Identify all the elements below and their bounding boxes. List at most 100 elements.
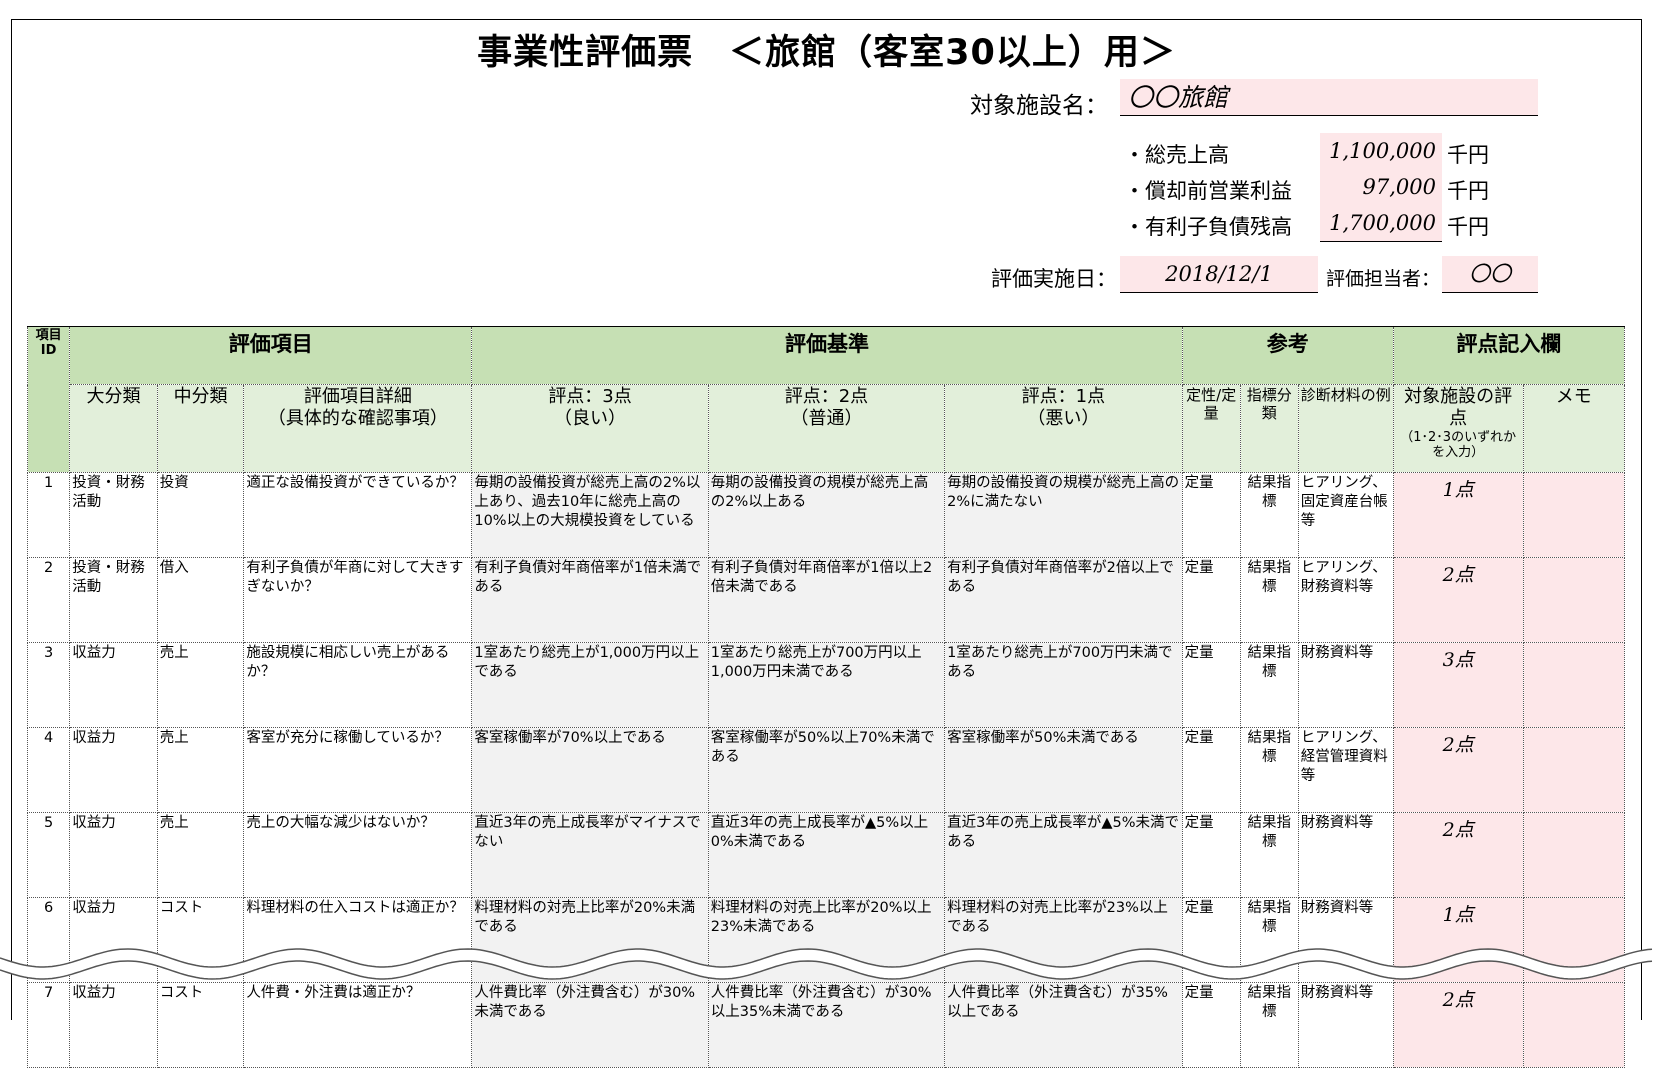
cell-qual: 定量 xyxy=(1181,472,1241,558)
cell-indicator: 結果指標 xyxy=(1239,557,1299,643)
cell-middle: 投資 xyxy=(156,472,245,558)
eval-date-field[interactable]: 2018/12/1 xyxy=(1120,256,1318,293)
facility-score-input[interactable]: 1点 xyxy=(1392,472,1524,558)
financial-unit-profit: 千円 xyxy=(1447,179,1489,203)
header-score3: 評点：3点 （良い） xyxy=(471,384,709,473)
cell-detail: 有利子負債が年商に対して大きすぎないか？ xyxy=(243,557,473,643)
header-score1-main: 評点：1点 xyxy=(1021,386,1106,407)
table-row: 3 収益力 売上 施設規模に相応しい売上があるか？ 1室あたり総売上が1,000万円以上… xyxy=(26,642,1626,728)
operating-profit-field[interactable]: 97,000 xyxy=(1320,169,1442,206)
cell-qual: 定量 xyxy=(1181,642,1241,728)
cell-indicator: 結果指標 xyxy=(1239,812,1299,898)
cell-score2-criteria: 毎期の設備投資の規模が総売上高の2%以上ある xyxy=(707,472,946,558)
cell-material: ヒアリング、固定資産台帳等 xyxy=(1297,472,1394,558)
facility-score-input[interactable]: 2点 xyxy=(1392,557,1524,643)
cell-middle: 売上 xyxy=(156,727,245,813)
financial-label-debt: ・有利子負債残高 xyxy=(1124,215,1292,239)
header-facility-score-main: 対象施設の評点 xyxy=(1404,386,1513,429)
header-material: 診断材料の例 xyxy=(1297,384,1394,473)
cell-middle: 売上 xyxy=(156,642,245,728)
header-score3-main: 評点：3点 xyxy=(548,386,632,407)
cell-score3-criteria: 1室あたり総売上が1,000万円以上である xyxy=(471,642,709,728)
cell-id: 3 xyxy=(26,642,71,728)
header-score3-sub: （良い） xyxy=(554,408,627,429)
header-detail-sub: （具体的な確認事項） xyxy=(267,408,448,429)
cell-qual: 定量 xyxy=(1181,812,1241,898)
memo-input[interactable] xyxy=(1522,472,1626,558)
facility-score-input[interactable]: 3点 xyxy=(1392,642,1524,728)
header-eval-items: 評価項目 xyxy=(69,326,473,385)
cell-major: 収益力 xyxy=(69,812,158,898)
cell-score3-criteria: 直近3年の売上成長率がマイナスでない xyxy=(471,812,709,898)
evaluator-field[interactable]: 〇〇 xyxy=(1442,256,1538,293)
evaluator-label: 評価担当者： xyxy=(1326,268,1441,290)
cell-major: 収益力 xyxy=(69,727,158,813)
table-row: 2 投資・財務活動 借入 有利子負債が年商に対して大きすぎないか？ 有利子負債対年商倍率… xyxy=(26,557,1626,643)
financial-label-sales: ・総売上高 xyxy=(1124,143,1229,167)
cell-score1-criteria: 1室あたり総売上が700万円未満である xyxy=(944,642,1183,728)
table-row: 5 収益力 売上 売上の大幅な減少はないか？ 直近3年の売上成長率がマイナスでない 直近3… xyxy=(26,812,1626,898)
header-facility-score-note: （1･2･3のいずれかを入力） xyxy=(1400,430,1517,460)
cell-detail: 施設規模に相応しい売上があるか？ xyxy=(243,642,473,728)
header-major: 大分類 xyxy=(69,384,158,473)
memo-input[interactable] xyxy=(1522,642,1626,728)
cell-id: 1 xyxy=(26,472,71,558)
cell-qual: 定量 xyxy=(1181,727,1241,813)
cell-score1-criteria: 客室稼働率が50%未満である xyxy=(944,727,1183,813)
cell-indicator: 結果指標 xyxy=(1239,472,1299,558)
header-score2-sub: （普通） xyxy=(790,408,863,429)
cell-major: 投資・財務活動 xyxy=(69,557,158,643)
cell-score1-criteria: 毎期の設備投資の規模が総売上高の2%に満たない xyxy=(944,472,1183,558)
sales-field[interactable]: 1,100,000 xyxy=(1320,133,1442,170)
cell-detail: 客室が充分に稼働しているか？ xyxy=(243,727,473,813)
header-memo: メモ xyxy=(1522,384,1626,473)
header-facility-score: 対象施設の評点 （1･2･3のいずれかを入力） xyxy=(1392,384,1524,473)
cell-score2-criteria: 客室稼働率が50%以上70%未満である xyxy=(707,727,946,813)
cell-major: 収益力 xyxy=(69,642,158,728)
facility-score-input[interactable]: 2点 xyxy=(1392,727,1524,813)
table-row: 4 収益力 売上 客室が充分に稼働しているか？ 客室稼働率が70%以上である 客室稼働率が… xyxy=(26,727,1626,813)
cell-score3-criteria: 有利子負債対年商倍率が1倍未満である xyxy=(471,557,709,643)
header-score1-sub: （悪い） xyxy=(1027,408,1100,429)
cell-material: ヒアリング、財務資料等 xyxy=(1297,557,1394,643)
cell-detail: 適正な設備投資ができているか？ xyxy=(243,472,473,558)
page-title: 事業性評価票 ＜旅館（客室30以上）用＞ xyxy=(477,33,1176,73)
memo-input[interactable] xyxy=(1522,557,1626,643)
cell-id: 4 xyxy=(26,727,71,813)
cell-major: 投資・財務活動 xyxy=(69,472,158,558)
cell-middle: 売上 xyxy=(156,812,245,898)
facility-name-field[interactable]: 〇〇旅館 xyxy=(1120,79,1538,116)
header-indicator: 指標分類 xyxy=(1239,384,1299,473)
memo-input[interactable] xyxy=(1522,727,1626,813)
header-detail-main: 評価項目詳細 xyxy=(303,386,412,407)
eval-date-label: 評価実施日： xyxy=(991,267,1117,291)
cell-material: ヒアリング、経営管理資料等 xyxy=(1297,727,1394,813)
cell-score1-criteria: 直近3年の売上成長率が▲5%未満である xyxy=(944,812,1183,898)
cell-id: 2 xyxy=(26,557,71,643)
header-score2: 評点：2点 （普通） xyxy=(707,384,946,473)
table-row: 1 投資・財務活動 投資 適正な設備投資ができているか？ 毎期の設備投資が総売上高の2%… xyxy=(26,472,1626,558)
financial-unit-debt: 千円 xyxy=(1447,215,1489,239)
header-score-entry: 評点記入欄 xyxy=(1392,326,1626,385)
header-eval-criteria: 評価基準 xyxy=(471,326,1183,385)
header-score1: 評点：1点 （悪い） xyxy=(944,384,1183,473)
cell-id: 5 xyxy=(26,812,71,898)
cell-score2-criteria: 1室あたり総売上が700万円以上1,000万円未満である xyxy=(707,642,946,728)
cell-score2-criteria: 有利子負債対年商倍率が1倍以上2倍未満である xyxy=(707,557,946,643)
header-item-id: 項目 ID xyxy=(26,326,71,473)
header-qual: 定性/定量 xyxy=(1181,384,1241,473)
header-middle: 中分類 xyxy=(156,384,245,473)
cell-middle: 借入 xyxy=(156,557,245,643)
cell-detail: 売上の大幅な減少はないか？ xyxy=(243,812,473,898)
page-break-wave xyxy=(0,948,1653,980)
header-reference: 参考 xyxy=(1181,326,1394,385)
debt-field[interactable]: 1,700,000 xyxy=(1320,205,1442,242)
facility-label: 対象施設名： xyxy=(970,93,1108,119)
cell-qual: 定量 xyxy=(1181,557,1241,643)
header-detail: 評価項目詳細 （具体的な確認事項） xyxy=(243,384,473,473)
facility-score-input[interactable]: 2点 xyxy=(1392,812,1524,898)
cell-score3-criteria: 毎期の設備投資が総売上高の2%以上あり、過去10年に総売上高の10%以上の大規模… xyxy=(471,472,709,558)
cell-score3-criteria: 客室稼働率が70%以上である xyxy=(471,727,709,813)
memo-input[interactable] xyxy=(1522,812,1626,898)
financial-label-profit: ・償却前営業利益 xyxy=(1124,179,1292,203)
